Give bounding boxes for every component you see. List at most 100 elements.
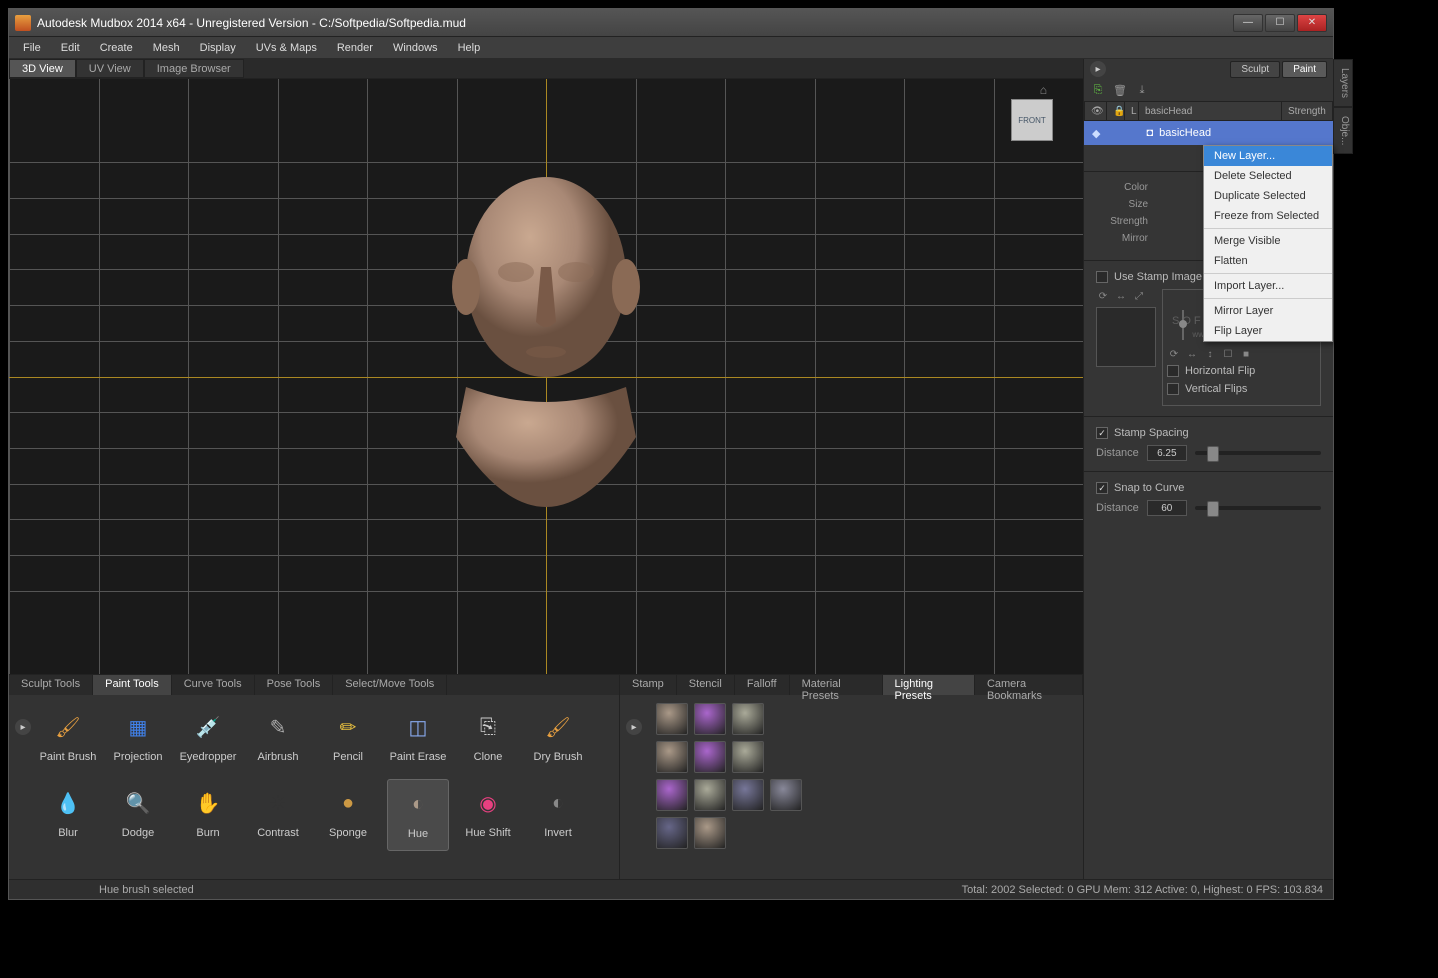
viewcube-home-icon[interactable]: ⌂ [1040, 83, 1047, 97]
preset-tab-material-presets[interactable]: Material Presets [790, 675, 883, 695]
tool-eyedropper[interactable]: 💉Eyedropper [177, 703, 239, 775]
stamp-rotate-icon[interactable]: ⟳ [1096, 289, 1110, 303]
tool-pencil[interactable]: ✏Pencil [317, 703, 379, 775]
tool-projection[interactable]: ▦Projection [107, 703, 169, 775]
tool-tab-select-move-tools[interactable]: Select/Move Tools [333, 675, 447, 695]
ctx-mirror-layer[interactable]: Mirror Layer [1204, 301, 1332, 321]
lighting-preset-thumb[interactable] [732, 779, 764, 811]
expand-presets-icon[interactable]: ▸ [626, 719, 642, 735]
tool-dodge[interactable]: 🔍Dodge [107, 779, 169, 851]
close-button[interactable]: ✕ [1297, 14, 1327, 32]
ctx-flip-layer[interactable]: Flip Layer [1204, 321, 1332, 341]
lighting-preset-thumb[interactable] [694, 741, 726, 773]
snap-slider[interactable] [1195, 506, 1321, 510]
preset-tab-camera-bookmarks[interactable]: Camera Bookmarks [975, 675, 1083, 695]
tool-airbrush[interactable]: ✎Airbrush [247, 703, 309, 775]
hflip-checkbox[interactable] [1167, 365, 1179, 377]
op-move-icon[interactable]: ↔ [1185, 347, 1199, 361]
lighting-preset-thumb[interactable] [770, 779, 802, 811]
tool-tab-paint-tools[interactable]: Paint Tools [93, 675, 172, 695]
viewport-3d[interactable]: ⌂ FRONT [9, 79, 1083, 674]
ctx-delete-selected[interactable]: Delete Selected [1204, 166, 1332, 186]
viewcube[interactable]: FRONT [1011, 99, 1053, 141]
tool-hue-shift[interactable]: ◉Hue Shift [457, 779, 519, 851]
expand-tools-icon[interactable]: ▸ [15, 719, 31, 735]
view-tab-uv-view[interactable]: UV View [76, 59, 144, 78]
tool-burn[interactable]: ✋Burn [177, 779, 239, 851]
side-tab-objects[interactable]: Obje... [1333, 107, 1353, 154]
spacing-distance-input[interactable] [1147, 445, 1187, 461]
lighting-preset-thumb[interactable] [656, 779, 688, 811]
view-tab--d-view[interactable]: 3D View [9, 59, 76, 78]
mode-sculpt-button[interactable]: Sculpt [1230, 61, 1280, 78]
ctx-flatten[interactable]: Flatten [1204, 251, 1332, 271]
lighting-preset-thumb[interactable] [694, 779, 726, 811]
preset-tab-stencil[interactable]: Stencil [677, 675, 735, 695]
lighting-preset-thumb[interactable] [732, 741, 764, 773]
op-export-icon[interactable]: ☐ [1221, 347, 1235, 361]
layer-name-col[interactable]: basicHead [1139, 102, 1282, 120]
lighting-preset-thumb[interactable] [656, 817, 688, 849]
tool-sponge[interactable]: ●Sponge [317, 779, 379, 851]
stamp-spacing-checkbox[interactable]: ✓ [1096, 427, 1108, 439]
side-tab-layers[interactable]: Layers [1333, 59, 1353, 107]
layer-row-basichead[interactable]: ◆ ◘ basicHead [1084, 121, 1333, 145]
expand-panel-icon[interactable]: ▸ [1090, 61, 1106, 77]
ctx-duplicate-selected[interactable]: Duplicate Selected [1204, 186, 1332, 206]
op-stop-icon[interactable]: ■ [1239, 347, 1253, 361]
delete-layer-icon[interactable]: 🗑 [1112, 82, 1128, 98]
menu-uvs-maps[interactable]: UVs & Maps [246, 39, 327, 57]
ctx-merge-visible[interactable]: Merge Visible [1204, 231, 1332, 251]
stamp-move-icon[interactable]: ↔ [1114, 289, 1128, 303]
menu-help[interactable]: Help [448, 39, 491, 57]
model-basichead[interactable] [406, 157, 686, 557]
snap-curve-checkbox[interactable]: ✓ [1096, 482, 1108, 494]
preset-tab-lighting-presets[interactable]: Lighting Presets [883, 675, 975, 695]
ctx-import-layer-[interactable]: Import Layer... [1204, 276, 1332, 296]
stamp-scale-icon[interactable]: ⤢ [1132, 289, 1146, 303]
chevron-down-icon[interactable]: ◆ [1092, 127, 1100, 140]
tool-tab-curve-tools[interactable]: Curve Tools [172, 675, 255, 695]
tool-hue[interactable]: ◐Hue [387, 779, 449, 851]
snap-distance-input[interactable] [1147, 500, 1187, 516]
ctx-freeze-from-selected[interactable]: Freeze from Selected [1204, 206, 1332, 226]
menu-display[interactable]: Display [190, 39, 246, 57]
tool-tab-sculpt-tools[interactable]: Sculpt Tools [9, 675, 93, 695]
ctx-new-layer-[interactable]: New Layer... [1204, 146, 1332, 166]
menu-create[interactable]: Create [90, 39, 143, 57]
lighting-preset-thumb[interactable] [656, 703, 688, 735]
layer-col-l[interactable]: L [1125, 102, 1139, 120]
op-updown-icon[interactable]: ↕ [1203, 347, 1217, 361]
preset-tab-falloff[interactable]: Falloff [735, 675, 790, 695]
lock-col-icon[interactable]: 🔒 [1107, 102, 1125, 120]
tool-paint-erase[interactable]: ◫Paint Erase [387, 703, 449, 775]
menu-render[interactable]: Render [327, 39, 383, 57]
tool-blur[interactable]: 💧Blur [37, 779, 99, 851]
maximize-button[interactable]: ☐ [1265, 14, 1295, 32]
stamp-preview[interactable] [1096, 307, 1156, 367]
new-layer-icon[interactable]: ⎘ [1090, 82, 1106, 98]
menu-edit[interactable]: Edit [51, 39, 90, 57]
menu-file[interactable]: File [13, 39, 51, 57]
lighting-preset-thumb[interactable] [694, 703, 726, 735]
visibility-col-icon[interactable]: 👁 [1085, 102, 1107, 120]
tool-contrast[interactable]: ☀Contrast [247, 779, 309, 851]
menu-windows[interactable]: Windows [383, 39, 448, 57]
menu-mesh[interactable]: Mesh [143, 39, 190, 57]
export-layer-icon[interactable]: ⤓ [1134, 82, 1150, 98]
vflip-checkbox[interactable] [1167, 383, 1179, 395]
tool-invert[interactable]: ◐Invert [527, 779, 589, 851]
minimize-button[interactable]: — [1233, 14, 1263, 32]
mode-paint-button[interactable]: Paint [1282, 61, 1327, 78]
lighting-preset-thumb[interactable] [656, 741, 688, 773]
lighting-preset-thumb[interactable] [694, 817, 726, 849]
use-stamp-checkbox[interactable] [1096, 271, 1108, 283]
preset-tab-stamp[interactable]: Stamp [620, 675, 677, 695]
tool-clone[interactable]: ⎘Clone [457, 703, 519, 775]
view-tab-image-browser[interactable]: Image Browser [144, 59, 244, 78]
tool-dry-brush[interactable]: 🖌Dry Brush [527, 703, 589, 775]
tool-paint-brush[interactable]: 🖌Paint Brush [37, 703, 99, 775]
layer-strength-col[interactable]: Strength [1282, 102, 1332, 120]
titlebar[interactable]: Autodesk Mudbox 2014 x64 - Unregistered … [9, 9, 1333, 37]
lighting-preset-thumb[interactable] [732, 703, 764, 735]
